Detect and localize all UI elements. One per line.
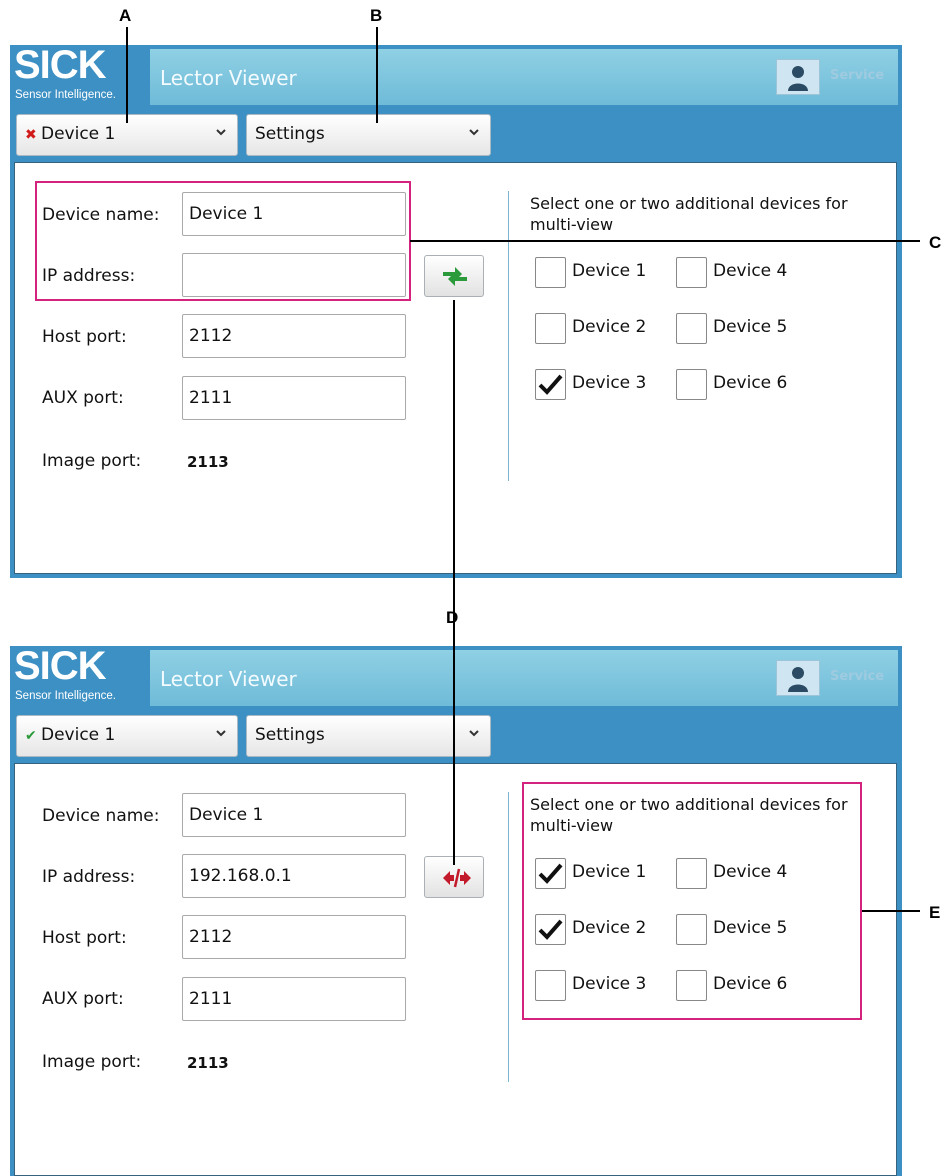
host-port-field[interactable]: 2112: [182, 915, 406, 959]
device-dropdown[interactable]: ✔ Device 1: [16, 715, 238, 757]
chevron-down-icon: [216, 129, 226, 136]
ip-address-value: 192.168.0.1: [189, 866, 292, 886]
image-port-value: 2113: [187, 1054, 229, 1072]
callout-a: A: [119, 6, 132, 25]
panel-divider: [508, 191, 509, 481]
screen-disconnected: SICK Sensor Intelligence. Lector Viewer …: [10, 43, 902, 578]
multiview-device-label: Device 5: [713, 317, 788, 337]
callout-e: E: [929, 903, 941, 922]
multiview-device-label: Device 2: [572, 317, 647, 337]
title-bar: Lector Viewer Service: [150, 49, 898, 105]
app-title: Lector Viewer: [160, 667, 297, 691]
cross-icon: ✖: [25, 127, 37, 143]
user-icon: [788, 66, 808, 91]
multiview-device-checkbox[interactable]: [535, 313, 566, 344]
app-title: Lector Viewer: [160, 66, 297, 90]
callout-c: C: [929, 233, 942, 252]
device-name-value: Device 1: [189, 805, 264, 825]
highlight-multiview-selection: [522, 782, 862, 1020]
multiview-title: Select one or two additional devices for…: [530, 194, 848, 234]
settings-dropdown-value: Settings: [255, 124, 325, 144]
user-button[interactable]: [776, 59, 820, 95]
settings-dropdown-value: Settings: [255, 725, 325, 745]
chevron-down-icon: [216, 730, 226, 737]
device-dropdown-value: Device 1: [41, 124, 116, 144]
logo-word: SICK: [14, 644, 107, 688]
device-dropdown-value: Device 1: [41, 725, 116, 745]
multiview-device-checkbox[interactable]: [676, 369, 707, 400]
aux-port-value: 2111: [189, 388, 233, 408]
header: SICK Sensor Intelligence. Lector Viewer …: [10, 644, 902, 710]
settings-dropdown[interactable]: Settings: [246, 114, 491, 156]
image-port-value: 2113: [187, 453, 229, 471]
aux-port-label: AUX port:: [42, 388, 124, 408]
multiview-device-label: Device 1: [572, 261, 647, 281]
aux-port-label: AUX port:: [42, 989, 124, 1009]
multiview-device-checkbox[interactable]: [676, 257, 707, 288]
aux-port-value: 2111: [189, 989, 233, 1009]
multiview-device-checkbox[interactable]: [535, 369, 566, 400]
panel-divider: [508, 792, 509, 1082]
host-port-field[interactable]: 2112: [182, 314, 406, 358]
user-icon: [788, 667, 808, 692]
ip-address-label: IP address:: [42, 867, 136, 887]
host-port-label: Host port:: [42, 928, 127, 948]
sick-logo: SICK Sensor Intelligence.: [14, 644, 146, 706]
host-port-value: 2112: [189, 927, 233, 947]
checkmark-icon: ✔: [25, 728, 37, 744]
leader-line-e: [862, 910, 920, 912]
aux-port-field[interactable]: 2111: [182, 977, 406, 1021]
ip-address-field[interactable]: 192.168.0.1: [182, 854, 406, 898]
leader-line-d: [453, 300, 455, 865]
user-role: Service: [830, 68, 885, 83]
connect-icon: [443, 267, 467, 286]
checkmark-icon: [538, 374, 563, 395]
user-button[interactable]: [776, 660, 820, 696]
image-port-label: Image port:: [42, 451, 142, 471]
multiview-device-checkbox[interactable]: [676, 313, 707, 344]
title-bar: Lector Viewer Service: [150, 650, 898, 706]
leader-line-c: [410, 240, 920, 242]
multiview-device-label: Device 6: [713, 373, 788, 393]
multiview-device-label: Device 4: [713, 261, 788, 281]
multiview-device-checkbox[interactable]: [535, 257, 566, 288]
chevron-down-icon: [469, 730, 479, 737]
leader-line-a: [126, 27, 128, 123]
host-port-value: 2112: [189, 326, 233, 346]
callout-b: B: [370, 6, 383, 25]
user-role: Service: [830, 669, 885, 684]
chevron-down-icon: [469, 129, 479, 136]
highlight-network-fields: [35, 181, 411, 301]
disconnect-icon: [443, 868, 471, 888]
image-port-label: Image port:: [42, 1052, 142, 1072]
device-name-label: Device name:: [42, 806, 160, 826]
logo-tagline: Sensor Intelligence.: [15, 89, 117, 101]
host-port-label: Host port:: [42, 327, 127, 347]
connect-button[interactable]: [424, 255, 484, 297]
device-name-field[interactable]: Device 1: [182, 793, 406, 837]
leader-line-b: [376, 27, 378, 123]
header: SICK Sensor Intelligence. Lector Viewer …: [10, 43, 902, 109]
multiview-device-label: Device 3: [572, 373, 647, 393]
logo-word: SICK: [14, 43, 107, 87]
aux-port-field[interactable]: 2111: [182, 376, 406, 420]
logo-tagline: Sensor Intelligence.: [15, 690, 117, 702]
